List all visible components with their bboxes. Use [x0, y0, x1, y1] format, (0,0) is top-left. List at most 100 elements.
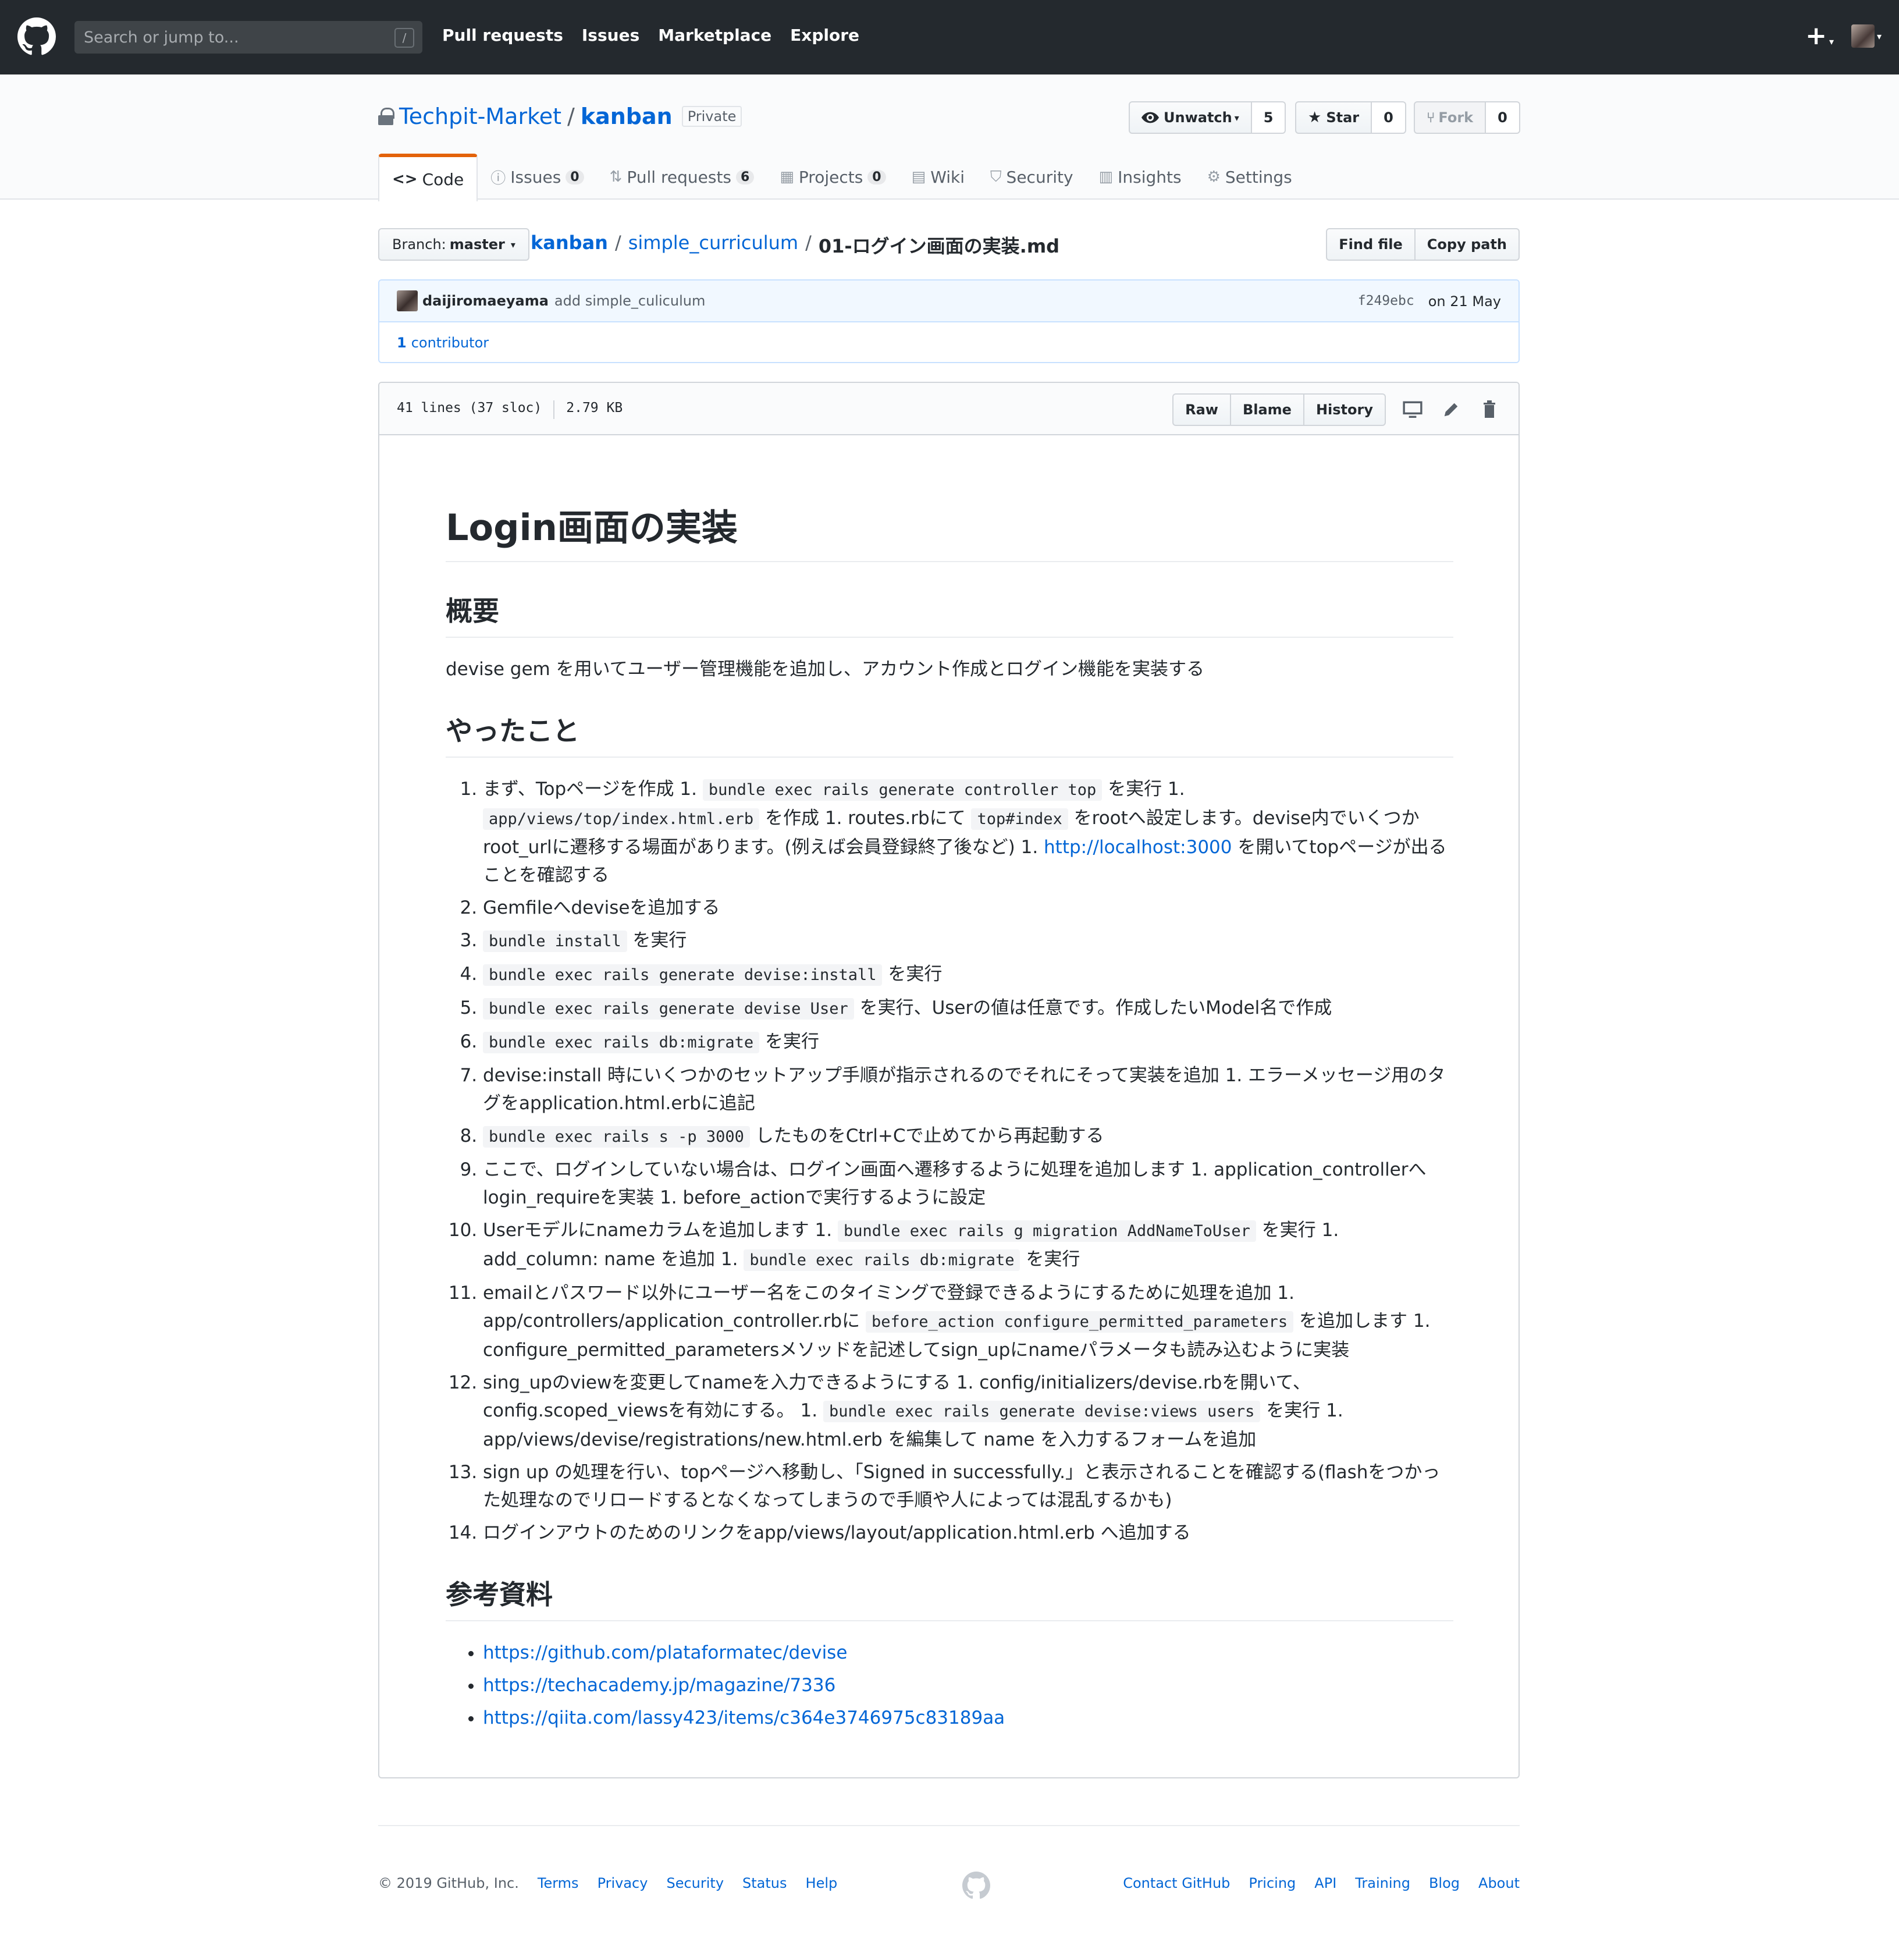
- issue-icon: ⓘ: [490, 169, 506, 187]
- tab-projects[interactable]: ▦ Projects 0: [767, 154, 898, 200]
- top-nav: Pull requests Issues Marketplace Explore: [442, 26, 859, 45]
- git-pull-request-icon: ⇅: [609, 168, 623, 186]
- footer-link-blog[interactable]: Blog: [1429, 1875, 1460, 1891]
- file-lines: 41 lines (37 sloc): [397, 400, 542, 416]
- file-navigation: Branch: master ▾ kanban / simple_curricu…: [378, 228, 1520, 261]
- graph-icon: ▥: [1098, 168, 1114, 186]
- list-item: Userモデルにnameカラムを追加します 1. bundle exec rai…: [483, 1216, 1453, 1274]
- fork-count[interactable]: 0: [1486, 101, 1520, 134]
- footer-link-help[interactable]: Help: [806, 1875, 838, 1891]
- markdown-body: Login画面の実装 概要 devise gem を用いてユーザー管理機能を追加…: [446, 498, 1453, 1767]
- raw-button[interactable]: Raw: [1172, 393, 1231, 426]
- footer-link-status[interactable]: Status: [742, 1875, 787, 1891]
- avatar[interactable]: [397, 290, 418, 311]
- tab-counter: 0: [867, 169, 886, 184]
- chevron-down-icon: ▾: [1876, 30, 1882, 42]
- localhost-link[interactable]: http://localhost:3000: [1044, 837, 1232, 858]
- footer-link-privacy[interactable]: Privacy: [598, 1875, 648, 1891]
- breadcrumb: kanban / simple_curriculum / 01-ログイン画面の実…: [531, 232, 1059, 258]
- footer-link-security[interactable]: Security: [666, 1875, 724, 1891]
- star-count[interactable]: 0: [1372, 101, 1406, 134]
- reference-link[interactable]: https://qiita.com/lassy423/items/c364e37…: [483, 1707, 1005, 1728]
- list-item: https://qiita.com/lassy423/items/c364e37…: [483, 1704, 1453, 1732]
- md-paragraph-overview: devise gem を用いてユーザー管理機能を追加し、アカウント作成とログイン…: [446, 659, 1205, 680]
- nav-marketplace[interactable]: Marketplace: [658, 26, 771, 45]
- tab-pull-requests[interactable]: ⇅ Pull requests 6: [597, 154, 767, 200]
- fork-button[interactable]: ⑂ Fork: [1414, 101, 1487, 134]
- watch-group: Unwatch ▾ 5: [1129, 101, 1286, 134]
- reference-link[interactable]: https://github.com/plataformatec/devise: [483, 1642, 847, 1663]
- tab-issues[interactable]: ⓘ Issues 0: [478, 154, 596, 200]
- trash-icon[interactable]: [1478, 398, 1501, 421]
- contributors-link[interactable]: 1 contributor: [397, 335, 489, 351]
- fork-icon: ⑂: [1427, 109, 1435, 126]
- watch-count[interactable]: 5: [1251, 101, 1286, 134]
- tab-wiki[interactable]: ▤ Wiki: [899, 154, 977, 200]
- footer-link-pricing[interactable]: Pricing: [1249, 1875, 1296, 1891]
- footer-right: Contact GitHub Pricing API Training Blog…: [1123, 1875, 1520, 1891]
- file-actions: Raw Blame History: [1172, 393, 1501, 426]
- history-button[interactable]: History: [1303, 393, 1386, 426]
- star-icon: ★: [1308, 109, 1322, 126]
- fork-label: Fork: [1438, 109, 1474, 126]
- find-file-button[interactable]: Find file: [1326, 228, 1416, 261]
- footer-link-api[interactable]: API: [1314, 1875, 1336, 1891]
- footer-link-terms[interactable]: Terms: [538, 1875, 579, 1891]
- nav-pull-requests[interactable]: Pull requests: [442, 26, 563, 45]
- github-logo-icon[interactable]: [17, 17, 56, 56]
- tab-insights[interactable]: ▥ Insights: [1086, 154, 1194, 200]
- tab-settings[interactable]: ⚙ Settings: [1194, 154, 1305, 200]
- contributors-row: 1 contributor: [379, 322, 1519, 362]
- create-new-button[interactable]: + ▾: [1805, 23, 1834, 49]
- tab-security[interactable]: ⛉ Security: [977, 154, 1086, 200]
- unwatch-button[interactable]: Unwatch ▾: [1129, 101, 1252, 134]
- repo-owner-link[interactable]: Techpit-Market: [399, 104, 561, 129]
- path-separator: /: [614, 232, 621, 254]
- file-size: 2.79 KB: [566, 400, 623, 416]
- footer-link-training[interactable]: Training: [1355, 1875, 1410, 1891]
- nav-explore[interactable]: Explore: [790, 26, 859, 45]
- project-icon: ▦: [780, 168, 794, 186]
- commit-sha-link[interactable]: f249ebc: [1358, 293, 1414, 310]
- shield-icon: ⛉: [990, 168, 1002, 186]
- desktop-icon[interactable]: [1401, 398, 1424, 421]
- private-badge: Private: [681, 106, 742, 127]
- tab-counter: 6: [736, 169, 755, 184]
- commit-message-link[interactable]: add simple_culiculum: [554, 293, 705, 309]
- user-menu-button[interactable]: ▾: [1851, 24, 1882, 48]
- list-item: ここで、ログインしていない場合は、ログイン画面へ遷移するように処理を追加します …: [483, 1156, 1453, 1212]
- path-separator: /: [805, 232, 812, 254]
- list-item: sing_upのviewを変更してnameを入力できるようにする 1. conf…: [483, 1369, 1453, 1454]
- nav-issues[interactable]: Issues: [582, 26, 639, 45]
- blame-button[interactable]: Blame: [1229, 393, 1304, 426]
- md-references-list: https://github.com/plataformatec/devise …: [446, 1639, 1453, 1732]
- list-item: Gemfileへdeviseを追加する: [483, 894, 1453, 922]
- search-box[interactable]: /: [74, 21, 422, 54]
- repo-name-link[interactable]: kanban: [581, 104, 673, 129]
- plus-icon: +: [1805, 21, 1827, 51]
- breadcrumb-dir-link[interactable]: simple_curriculum: [628, 232, 798, 258]
- github-mark-icon[interactable]: [962, 1872, 990, 1899]
- footer-link-about[interactable]: About: [1478, 1875, 1520, 1891]
- tab-label: Security: [1006, 167, 1073, 187]
- reference-link[interactable]: https://techacademy.jp/magazine/7336: [483, 1675, 835, 1696]
- commit-tease: daijiromaeyama add simple_culiculum f249…: [378, 279, 1520, 363]
- chevron-down-icon: ▾: [1829, 36, 1834, 47]
- repo-tabs: <> Code ⓘ Issues 0 ⇅ Pull requests 6 ▦ P…: [378, 154, 1305, 201]
- search-input[interactable]: [74, 21, 422, 54]
- commit-author-link[interactable]: daijiromaeyama: [422, 293, 549, 309]
- tab-counter: 0: [566, 169, 584, 184]
- branch-select-button[interactable]: Branch: master ▾: [378, 228, 529, 261]
- repo-title: Techpit-Market / kanban Private: [378, 104, 742, 129]
- star-button[interactable]: ★ Star: [1295, 101, 1372, 134]
- footer-link-contact[interactable]: Contact GitHub: [1123, 1875, 1230, 1891]
- tab-label: Issues: [510, 167, 561, 187]
- breadcrumb-current-file: 01-ログイン画面の実装.md: [818, 235, 1060, 257]
- list-item: bundle exec rails generate devise User を…: [483, 994, 1453, 1023]
- tab-code[interactable]: <> Code: [378, 154, 478, 201]
- fork-group: ⑂ Fork 0: [1414, 101, 1520, 134]
- pencil-icon[interactable]: [1439, 398, 1463, 421]
- tab-label: Wiki: [930, 167, 965, 187]
- breadcrumb-root-link[interactable]: kanban: [531, 232, 608, 258]
- copy-path-button[interactable]: Copy path: [1415, 228, 1520, 261]
